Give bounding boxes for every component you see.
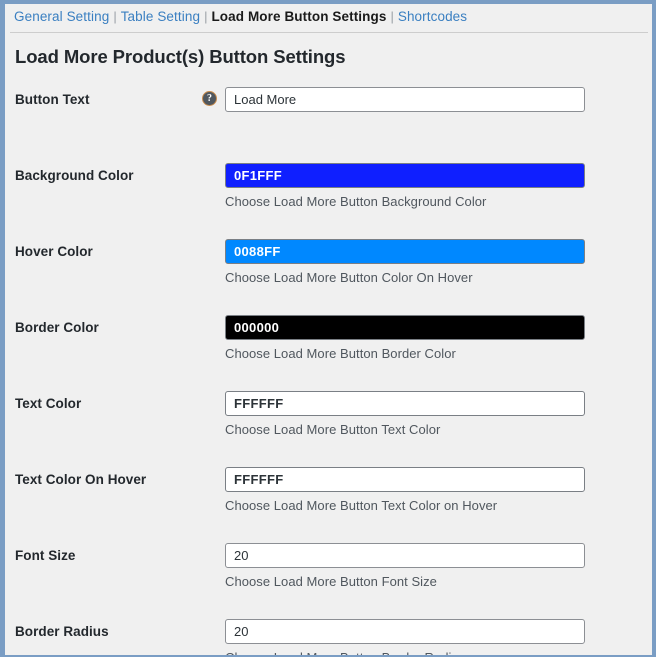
form-row-border-radius: Border Radius Choose Load More Button Bor… xyxy=(5,614,652,655)
description-border-radius: Choose Load More Button Border Radius xyxy=(225,650,465,655)
label-border-radius: Border Radius xyxy=(15,624,109,639)
tab-separator: | xyxy=(390,9,394,24)
description-text-color-on-hover: Choose Load More Button Text Color on Ho… xyxy=(225,498,498,513)
tab-separator: | xyxy=(204,9,208,24)
text-input-font-size[interactable] xyxy=(225,543,585,568)
color-input-hover-color[interactable] xyxy=(225,239,585,264)
help-icon[interactable]: ? xyxy=(202,91,217,106)
form-row-text-color-on-hover: Text Color On Hover Choose Load More Butt… xyxy=(5,462,652,538)
description-text-color: Choose Load More Button Text Color xyxy=(225,422,441,437)
form-row-background-color: Background Color Choose Load More Button … xyxy=(5,158,652,234)
settings-form: Button Text? Background Color Choose Load … xyxy=(5,68,652,655)
label-border-color: Border Color xyxy=(15,320,99,335)
description-background-color: Choose Load More Button Background Color xyxy=(225,194,487,209)
form-row-text-color: Text Color Choose Load More Button Text C… xyxy=(5,386,652,462)
form-row-font-size: Font Size Choose Load More Button Font Si… xyxy=(5,538,652,614)
tab-load-more-button-settings[interactable]: Load More Button Settings xyxy=(211,9,386,24)
color-input-text-color-on-hover[interactable] xyxy=(225,467,585,492)
color-input-background-color[interactable] xyxy=(225,163,585,188)
label-background-color: Background Color xyxy=(15,168,134,183)
tab-shortcodes[interactable]: Shortcodes xyxy=(398,9,467,24)
text-input-button-text[interactable] xyxy=(225,87,585,112)
page-title: Load More Product(s) Button Settings xyxy=(15,46,346,67)
label-font-size: Font Size xyxy=(15,548,76,563)
label-text-color: Text Color xyxy=(15,396,82,411)
tab-table-setting[interactable]: Table Setting xyxy=(121,9,200,24)
description-font-size: Choose Load More Button Font Size xyxy=(225,574,437,589)
tab-general-setting[interactable]: General Setting xyxy=(14,9,109,24)
label-text-color-on-hover: Text Color On Hover xyxy=(15,472,147,487)
description-border-color: Choose Load More Button Border Color xyxy=(225,346,456,361)
form-row-hover-color: Hover Color Choose Load More Button Color… xyxy=(5,234,652,310)
text-input-border-radius[interactable] xyxy=(225,619,585,644)
tab-navigation: General Setting | Table Setting | Load More … xyxy=(5,4,652,33)
description-hover-color: Choose Load More Button Color On Hover xyxy=(225,270,473,285)
tab-divider xyxy=(10,32,648,33)
color-input-border-color[interactable] xyxy=(225,315,585,340)
form-row-border-color: Border Color Choose Load More Button Bord… xyxy=(5,310,652,386)
label-button-text: Button Text xyxy=(15,92,90,107)
color-input-text-color[interactable] xyxy=(225,391,585,416)
tab-separator: | xyxy=(113,9,117,24)
form-row-button-text: Button Text? xyxy=(5,82,652,158)
settings-panel: General Setting | Table Setting | Load More … xyxy=(0,0,656,657)
label-hover-color: Hover Color xyxy=(15,244,93,259)
